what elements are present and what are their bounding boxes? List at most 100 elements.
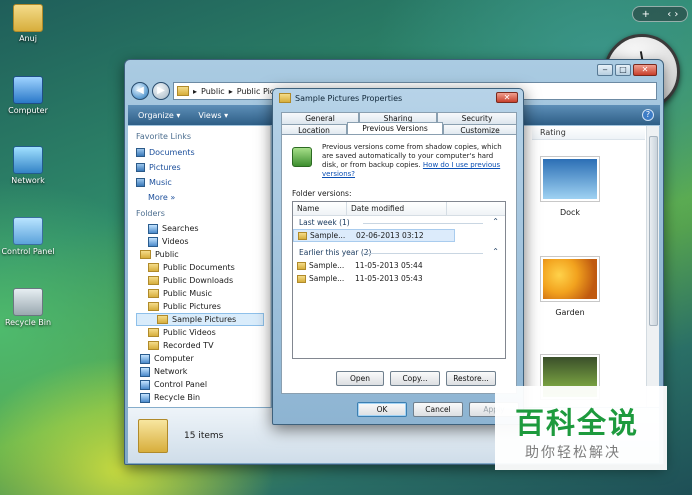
thumbnail-garden[interactable] <box>540 256 600 302</box>
favorite-links-heading: Favorite Links <box>136 132 192 141</box>
breadcrumb-public[interactable]: Public <box>201 87 225 96</box>
favorite-documents[interactable]: Documents <box>136 145 270 160</box>
views-button[interactable]: Views ▾ <box>198 111 228 120</box>
version-row[interactable]: Sample... 11-05-2013 05:43 <box>293 272 505 285</box>
tree-label: Computer <box>154 354 194 363</box>
dock-image <box>543 159 597 199</box>
searches-icon <box>148 223 158 234</box>
tree-item-public-music[interactable]: Public Music <box>136 287 270 300</box>
version-name: Sample... <box>309 261 345 270</box>
item-count: 15 items <box>184 430 224 441</box>
folder-icon <box>297 261 306 270</box>
folder-icon <box>297 274 306 283</box>
ok-button[interactable]: OK <box>357 402 407 417</box>
previous-versions-info: Previous versions come from shadow copie… <box>322 143 508 179</box>
folder-icon <box>148 289 159 298</box>
tree-item-recycle-bin[interactable]: Recycle Bin <box>136 391 270 404</box>
column-header-name[interactable]: Name <box>293 202 347 215</box>
column-header-rating[interactable]: Rating <box>532 126 645 140</box>
folder-versions-label: Folder versions: <box>292 189 352 198</box>
tree-item-public[interactable]: Public <box>136 248 270 261</box>
desktop-icon-anuj[interactable]: Anuj <box>0 4 56 43</box>
chevron-right-icon: ▸ <box>228 86 233 96</box>
tree-item-public-videos[interactable]: Public Videos <box>136 326 270 339</box>
desktop-icon-recycle-bin[interactable]: Recycle Bin <box>0 288 56 327</box>
dialog-close-button[interactable]: ✕ <box>496 92 518 103</box>
tree-label: Public Documents <box>163 263 235 272</box>
tree-label: Sample Pictures <box>172 315 237 324</box>
tree-item-public-documents[interactable]: Public Documents <box>136 261 270 274</box>
tree-item-computer[interactable]: Computer <box>136 352 270 365</box>
control-panel-icon <box>13 217 43 245</box>
more-link[interactable]: More » <box>136 190 270 205</box>
group-label: Last week (1) <box>299 218 350 227</box>
minimize-button[interactable]: ‒ <box>597 64 613 76</box>
tree-item-public-pictures[interactable]: Public Pictures <box>136 300 270 313</box>
cancel-button[interactable]: Cancel <box>413 402 463 417</box>
tree-item-videos[interactable]: Videos <box>136 235 270 248</box>
scrollbar-thumb[interactable] <box>649 136 658 326</box>
watermark: 百科全说 助你轻松解决 <box>495 386 667 470</box>
documents-icon <box>136 148 145 157</box>
videos-icon <box>148 236 158 247</box>
tree-label: Public Music <box>163 289 212 298</box>
open-button[interactable]: Open <box>336 371 384 386</box>
tab-security[interactable]: Security <box>437 112 517 124</box>
folder-icon <box>148 263 159 272</box>
restore-button[interactable]: Restore... <box>446 371 496 386</box>
favorite-pictures[interactable]: Pictures <box>136 160 270 175</box>
version-date: 02-06-2013 03:12 <box>356 231 424 240</box>
version-row[interactable]: Sample... 02-06-2013 03:12 <box>293 229 455 242</box>
forward-button[interactable]: ▶ <box>152 82 170 100</box>
music-icon <box>136 178 145 187</box>
folder-versions-list[interactable]: Name Date modified Last week (1) ⌃ Sampl… <box>292 201 506 359</box>
chevron-up-icon[interactable]: ⌃ <box>492 247 499 256</box>
chevron-up-icon[interactable]: ⌃ <box>492 217 499 226</box>
tree-label: Recorded TV <box>163 341 214 350</box>
desktop-icon-control-panel[interactable]: Control Panel <box>0 217 56 256</box>
version-row[interactable]: Sample... 11-05-2013 05:44 <box>293 259 505 272</box>
desktop-icon-label: Network <box>11 176 45 185</box>
add-gadget-icon[interactable]: + <box>642 9 650 20</box>
help-icon[interactable]: ? <box>642 109 654 121</box>
desktop-icon-network[interactable]: Network <box>0 146 56 185</box>
close-button[interactable]: ✕ <box>633 64 657 76</box>
folder-icon <box>148 341 159 350</box>
copy-button[interactable]: Copy... <box>390 371 440 386</box>
version-date: 11-05-2013 05:43 <box>355 274 423 283</box>
tree-item-network[interactable]: Network <box>136 365 270 378</box>
dialog-title: Sample Pictures Properties <box>295 93 403 103</box>
version-name: Sample... <box>310 231 346 240</box>
folder-icon <box>157 315 168 324</box>
tree-item-control-panel[interactable]: Control Panel <box>136 378 270 391</box>
tree-label: Public <box>155 250 179 259</box>
maximize-button[interactable]: □ <box>615 64 631 76</box>
vertical-scrollbar[interactable] <box>646 126 659 407</box>
desktop-icon-computer[interactable]: Computer <box>0 76 56 115</box>
group-header-earlier-this-year[interactable]: Earlier this year (2) ⌃ <box>293 246 505 259</box>
group-header-last-week[interactable]: Last week (1) ⌃ <box>293 216 505 229</box>
garden-image <box>543 259 597 299</box>
organize-button[interactable]: Organize ▾ <box>138 111 180 120</box>
folder-icon <box>148 276 159 285</box>
favorite-music[interactable]: Music <box>136 175 270 190</box>
folder-icon <box>148 328 159 337</box>
sidebar-gadget-bar[interactable]: + ‹ › <box>632 6 688 22</box>
computer-icon <box>13 76 43 104</box>
favorite-label: Documents <box>149 148 195 157</box>
folder-icon <box>138 418 168 453</box>
breadcrumb-public-pictures[interactable]: Public Pic <box>237 87 275 96</box>
column-header-date-modified[interactable]: Date modified <box>347 202 447 215</box>
tree-item-sample-pictures[interactable]: Sample Pictures <box>136 313 264 326</box>
tree-item-searches[interactable]: Searches <box>136 222 270 235</box>
tree-label: Public Pictures <box>163 302 221 311</box>
window-caption-buttons: ‒ □ ✕ <box>597 64 657 76</box>
folder-icon <box>148 302 159 311</box>
pictures-icon <box>136 163 145 172</box>
tree-item-public-downloads[interactable]: Public Downloads <box>136 274 270 287</box>
thumbnail-dock[interactable] <box>540 156 600 202</box>
computer-icon <box>140 353 150 364</box>
gadget-nav-icon[interactable]: ‹ › <box>667 9 678 20</box>
back-button[interactable]: ◀ <box>131 82 149 100</box>
tree-item-recorded-tv[interactable]: Recorded TV <box>136 339 270 352</box>
